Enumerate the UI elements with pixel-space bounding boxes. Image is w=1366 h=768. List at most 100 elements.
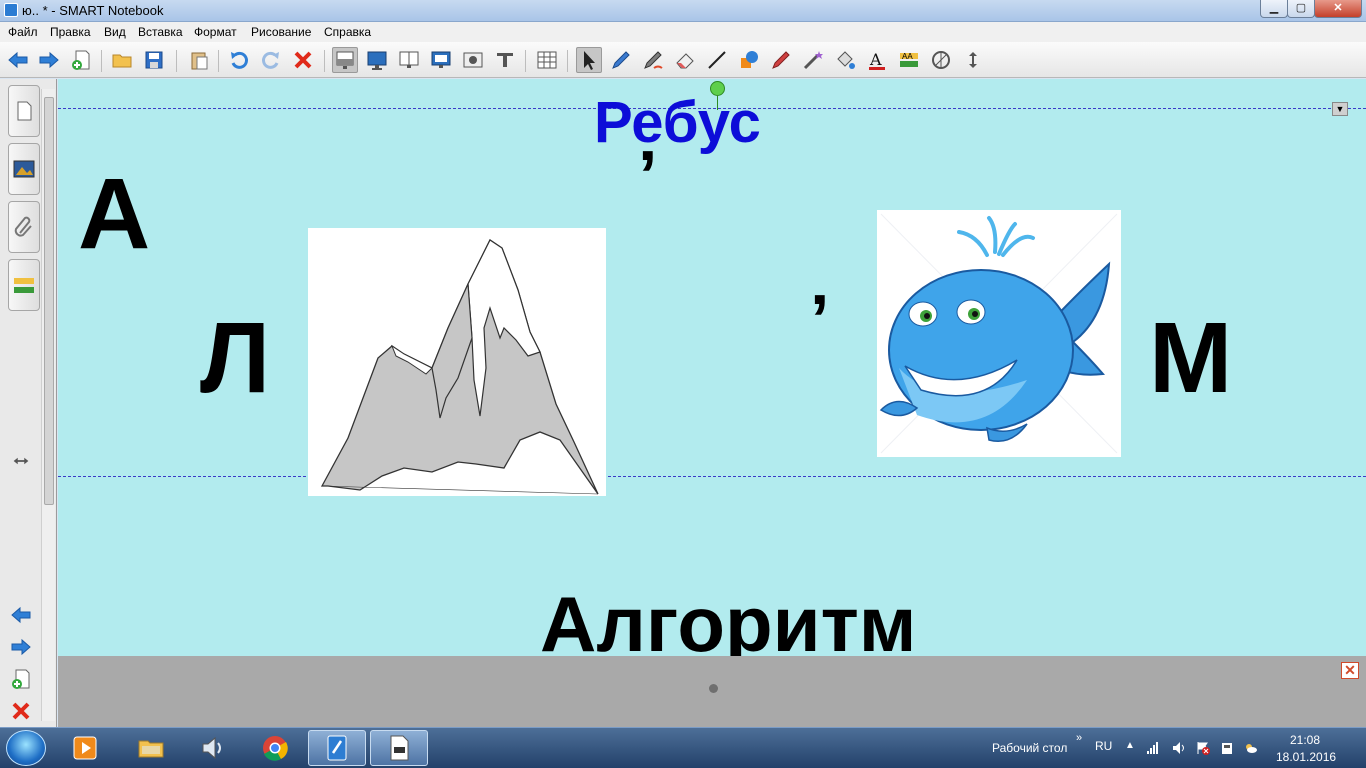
menu-help[interactable]: Справка <box>324 25 371 39</box>
shade-drag-handle[interactable] <box>709 684 718 693</box>
minimize-button[interactable]: ▁ <box>1260 0 1288 18</box>
answer-text[interactable]: Алгоритм <box>540 579 916 656</box>
page-sorter-tab[interactable] <box>8 85 40 137</box>
taskbar: Рабочий стол » RU ▲ 21:08 18.01.2016 <box>0 727 1366 768</box>
network-icon[interactable] <box>1146 741 1160 755</box>
paste-icon[interactable] <box>186 47 212 73</box>
select-arrow-icon[interactable] <box>576 47 602 73</box>
whiteboard-canvas[interactable]: ▼ Ребус А ’ Л ’ М Алгоритм <box>58 79 1366 656</box>
speaker-icon[interactable] <box>1172 741 1186 755</box>
apostrophe-top[interactable]: ’ <box>638 135 657 215</box>
delete-page-icon[interactable] <box>8 699 34 723</box>
taskbar-volume-app[interactable] <box>184 730 242 766</box>
resize-panel-icon[interactable] <box>8 449 34 473</box>
menu-draw[interactable]: Рисование <box>251 25 311 39</box>
menu-format[interactable]: Формат <box>194 25 237 39</box>
move-toolbar-icon[interactable] <box>960 47 986 73</box>
attachments-tab[interactable] <box>8 201 40 253</box>
taskbar-chrome[interactable] <box>246 730 304 766</box>
measurement-tools-icon[interactable] <box>928 47 954 73</box>
add-page-icon[interactable] <box>68 47 94 73</box>
page-sorter-icon <box>17 101 32 121</box>
guide-line-middle <box>58 476 1366 477</box>
maximize-button[interactable]: ▢ <box>1287 0 1315 18</box>
close-button[interactable]: ✕ <box>1314 0 1362 18</box>
screen-capture-icon[interactable] <box>460 47 486 73</box>
side-panel-scrollbar[interactable] <box>41 89 55 721</box>
line-icon[interactable] <box>704 47 730 73</box>
language-indicator[interactable]: RU <box>1095 739 1112 753</box>
menu-bar: Файл Правка Вид Вставка Формат Рисование… <box>0 22 1366 42</box>
attachments-icon <box>14 216 32 237</box>
menu-view[interactable]: Вид <box>104 25 126 39</box>
letter-a[interactable]: А <box>78 157 150 272</box>
taskbar-file-explorer[interactable] <box>122 730 180 766</box>
device-icon[interactable] <box>1220 741 1234 755</box>
svg-text:AA: AA <box>902 52 913 61</box>
close-shade-button[interactable]: ✕ <box>1341 662 1359 679</box>
gallery-icon <box>13 160 35 178</box>
app-icon <box>4 3 18 17</box>
text-icon[interactable]: A <box>864 47 890 73</box>
weather-icon[interactable] <box>1244 741 1258 755</box>
mountain-image[interactable] <box>308 228 606 496</box>
gallery-tab[interactable] <box>8 143 40 195</box>
pen-icon[interactable] <box>608 47 634 73</box>
taskbar-media-player[interactable] <box>56 730 114 766</box>
page-menu-dropdown[interactable]: ▼ <box>1332 102 1348 116</box>
undo-icon[interactable] <box>226 47 252 73</box>
desktop-chevron-icon[interactable]: » <box>1076 732 1082 744</box>
chrome-icon <box>263 736 288 761</box>
smart-notebook-icon <box>327 735 347 761</box>
document-icon <box>390 735 409 761</box>
add-page-icon[interactable] <box>8 667 34 691</box>
display-icon[interactable] <box>428 47 454 73</box>
properties-tab[interactable] <box>8 259 40 311</box>
start-button[interactable] <box>6 730 46 766</box>
eraser-icon[interactable] <box>672 47 698 73</box>
clock-date[interactable]: 18.01.2016 <box>1276 750 1336 764</box>
media-player-icon <box>73 736 97 760</box>
rebus-title[interactable]: Ребус <box>594 89 761 156</box>
desktop-toolbar-label[interactable]: Рабочий стол <box>992 741 1067 755</box>
screen-shade-icon[interactable] <box>332 47 358 73</box>
letter-l[interactable]: Л <box>200 301 270 416</box>
creative-pen-icon[interactable] <box>640 47 666 73</box>
menu-file[interactable]: Файл <box>8 25 38 39</box>
magic-wand-icon[interactable] <box>800 47 826 73</box>
show-hidden-icons-icon[interactable]: ▲ <box>1125 740 1135 751</box>
open-folder-icon[interactable] <box>109 47 135 73</box>
previous-page-icon[interactable] <box>8 603 34 627</box>
title-bar: ю.. * - SMART Notebook ▁ ▢ ✕ <box>0 0 1366 22</box>
redo-icon[interactable] <box>258 47 284 73</box>
dual-page-icon[interactable] <box>396 47 422 73</box>
menu-edit[interactable]: Правка <box>50 25 91 39</box>
whale-image[interactable] <box>877 210 1121 457</box>
save-icon[interactable] <box>141 47 167 73</box>
scrollbar-thumb[interactable] <box>44 97 54 505</box>
clock-time[interactable]: 21:08 <box>1290 733 1320 747</box>
screen-shade[interactable]: ✕ <box>58 656 1366 727</box>
delete-icon[interactable] <box>290 47 316 73</box>
full-screen-icon[interactable] <box>364 47 390 73</box>
fill-icon[interactable] <box>832 47 858 73</box>
toolbar: A AA <box>0 42 1366 78</box>
action-center-flag-icon[interactable] <box>1196 741 1210 755</box>
forward-arrow-icon[interactable] <box>36 47 62 73</box>
back-arrow-icon[interactable] <box>5 47 31 73</box>
menu-insert[interactable]: Вставка <box>138 25 183 39</box>
apostrophe-middle[interactable]: ’ <box>810 279 829 359</box>
svg-text:A: A <box>869 50 882 69</box>
properties-icon <box>14 278 34 293</box>
document-camera-icon[interactable] <box>492 47 518 73</box>
taskbar-document[interactable] <box>370 730 428 766</box>
volume-app-icon <box>202 736 221 760</box>
next-page-icon[interactable] <box>8 635 34 659</box>
file-explorer-icon <box>138 740 164 758</box>
table-icon[interactable] <box>534 47 560 73</box>
letter-m[interactable]: М <box>1149 301 1232 416</box>
properties-icon[interactable]: AA <box>896 47 922 73</box>
taskbar-smart-notebook[interactable] <box>308 730 366 766</box>
magic-pen-icon[interactable] <box>768 47 794 73</box>
shapes-icon[interactable] <box>736 47 762 73</box>
